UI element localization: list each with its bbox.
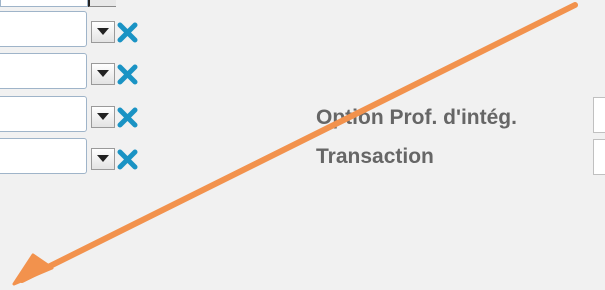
- transaction-field[interactable]: [593, 139, 605, 175]
- filter-row: [0, 53, 160, 89]
- chevron-down-icon: [97, 70, 109, 77]
- partial-field-top[interactable]: [0, 0, 88, 7]
- dropdown-button[interactable]: [91, 21, 115, 43]
- filter-row: [0, 11, 160, 47]
- option-prof-integ-field[interactable]: [593, 97, 605, 133]
- transaction-label: Transaction: [316, 145, 434, 168]
- chevron-down-icon: [97, 113, 109, 120]
- select-field[interactable]: [0, 53, 87, 89]
- chevron-down-icon: [97, 155, 109, 162]
- chevron-down-icon: [97, 28, 109, 35]
- option-prof-integ-label: Option Prof. d'intég.: [316, 106, 517, 129]
- select-field[interactable]: [0, 138, 87, 174]
- left-filter-rows: [0, 0, 160, 180]
- close-icon[interactable]: [115, 61, 141, 87]
- close-icon[interactable]: [115, 146, 141, 172]
- dropdown-button[interactable]: [91, 106, 115, 128]
- filter-row: [0, 96, 160, 132]
- close-icon[interactable]: [115, 19, 141, 45]
- dropdown-button[interactable]: [91, 148, 115, 170]
- select-field[interactable]: [0, 96, 87, 132]
- filter-row: [0, 138, 160, 174]
- close-icon[interactable]: [115, 104, 141, 130]
- partial-dropdown-top[interactable]: [88, 0, 116, 7]
- select-field[interactable]: [0, 11, 87, 47]
- dropdown-button[interactable]: [91, 63, 115, 85]
